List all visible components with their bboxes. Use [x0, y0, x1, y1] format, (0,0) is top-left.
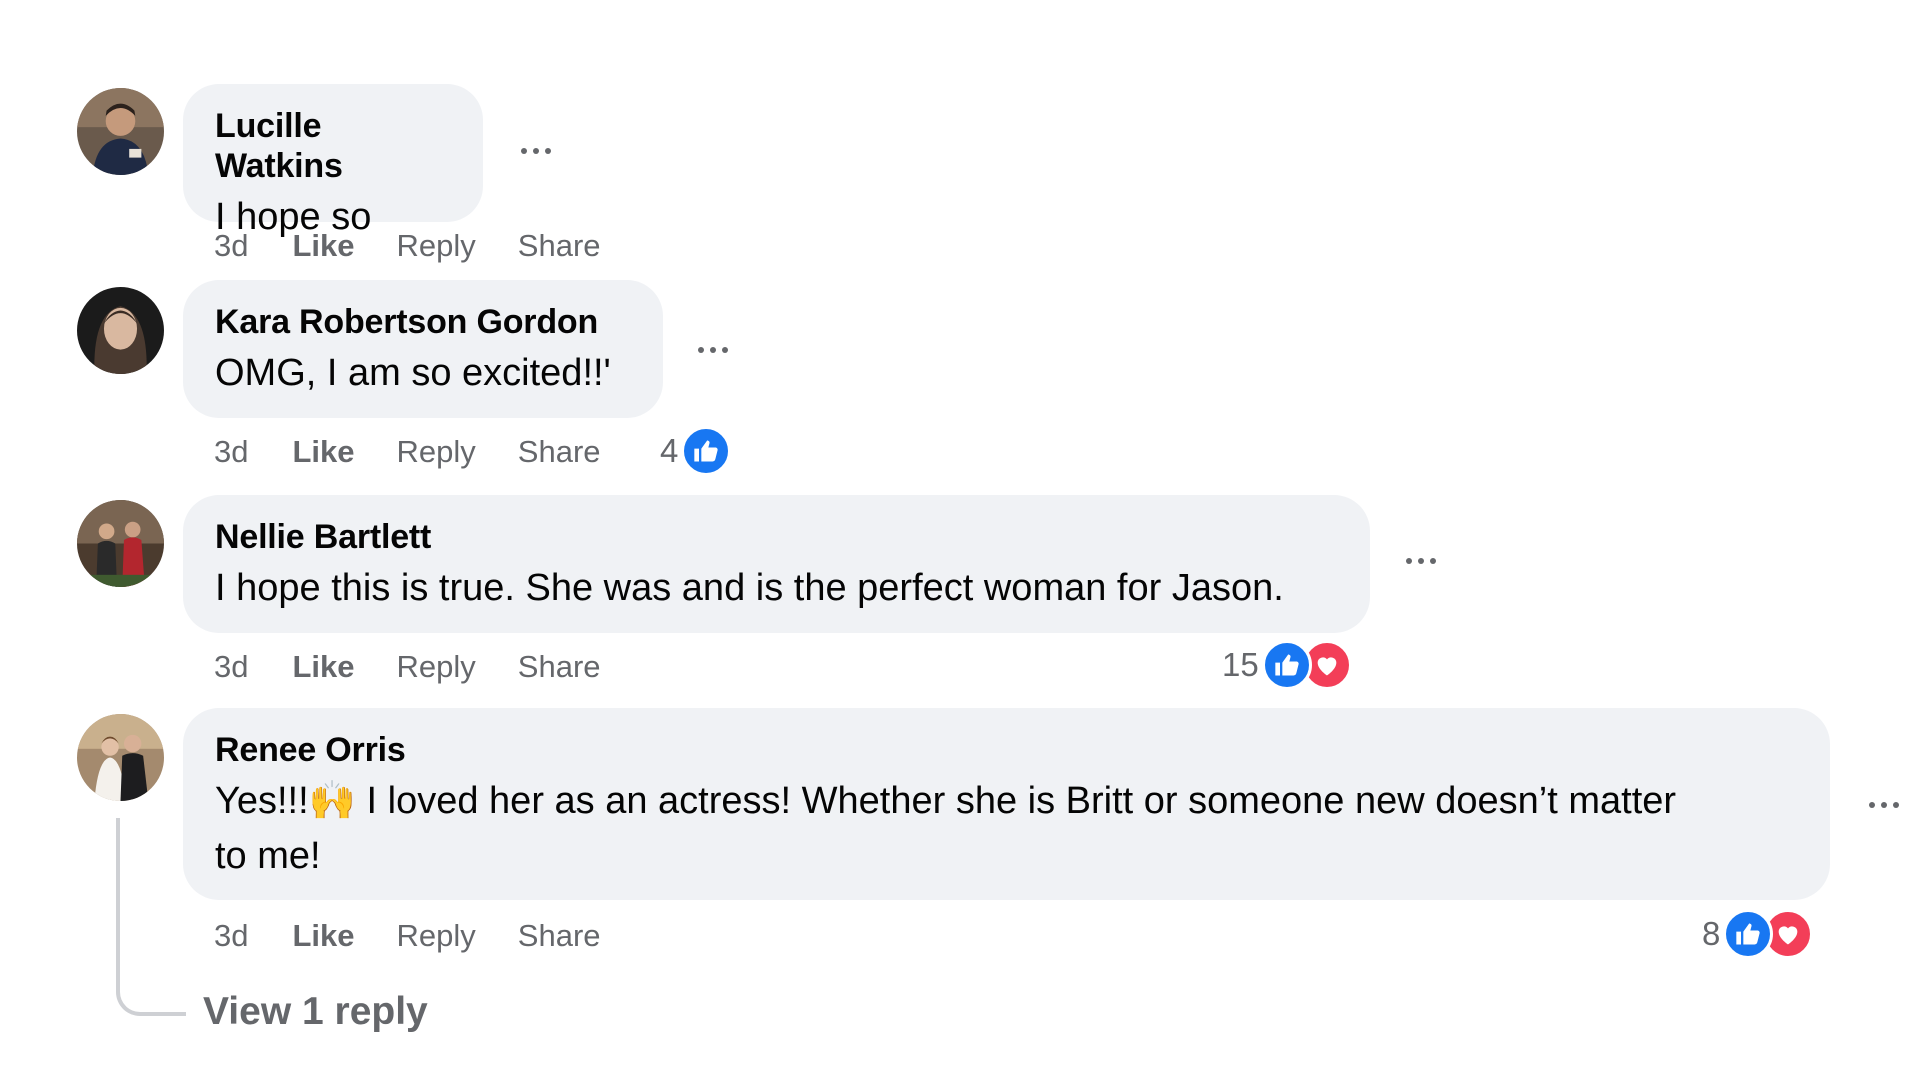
reactions-summary[interactable]: 15	[1222, 640, 1352, 690]
avatar[interactable]	[77, 500, 164, 587]
reply-thread-line	[116, 818, 186, 1016]
comment-bubble: Lucille Watkins I hope so	[183, 84, 483, 238]
more-options-icon	[1406, 558, 1412, 564]
comment-author[interactable]: Nellie Bartlett	[215, 517, 1338, 557]
comment-text-line: to me!	[215, 835, 321, 877]
more-options-icon	[1869, 802, 1875, 808]
reply-button[interactable]: Reply	[397, 228, 476, 264]
share-button[interactable]: Share	[518, 434, 601, 470]
like-button[interactable]: Like	[292, 918, 354, 954]
more-options-icon	[698, 347, 704, 353]
comment-text: Yes!!!🙌 I loved her as an actress! Wheth…	[215, 774, 1798, 884]
avatar-image	[77, 714, 164, 801]
comment-text-line: Yes!!!🙌 I loved her as an actress! Wheth…	[215, 780, 1677, 822]
more-options-button[interactable]	[508, 131, 564, 171]
reaction-count: 8	[1702, 915, 1721, 952]
comment-timestamp[interactable]: 3d	[214, 228, 248, 264]
comment-text: I hope this is true. She was and is the …	[215, 567, 1284, 609]
thumbs-up-icon	[681, 426, 732, 476]
share-button[interactable]: Share	[518, 649, 601, 685]
reaction-count: 4	[660, 432, 679, 469]
reactions-summary[interactable]: 4	[660, 426, 732, 476]
avatar-image	[77, 88, 164, 175]
like-button[interactable]: Like	[292, 649, 354, 685]
share-button[interactable]: Share	[518, 228, 601, 264]
comment-bubble: Kara Robertson Gordon OMG, I am so excit…	[183, 280, 663, 418]
reply-button[interactable]: Reply	[397, 649, 476, 685]
like-button[interactable]: Like	[292, 228, 354, 264]
avatar-image	[77, 287, 164, 374]
comment-author[interactable]: Lucille Watkins	[215, 106, 451, 186]
comment-author[interactable]: Kara Robertson Gordon	[215, 302, 631, 342]
thumbs-up-icon	[1723, 909, 1774, 959]
reply-button[interactable]: Reply	[397, 918, 476, 954]
view-replies-link[interactable]: View 1 reply	[203, 990, 428, 1034]
comment-actions: 3d Like Reply Share	[214, 914, 643, 958]
avatar[interactable]	[77, 88, 164, 175]
reactions-summary[interactable]: 8	[1702, 909, 1814, 959]
comment-timestamp[interactable]: 3d	[214, 918, 248, 954]
avatar[interactable]	[77, 287, 164, 374]
comment-text: OMG, I am so excited!!'	[215, 352, 611, 394]
more-options-button[interactable]	[1393, 541, 1449, 581]
comment-actions: 3d Like Reply Share	[214, 645, 643, 689]
avatar[interactable]	[77, 714, 164, 801]
share-button[interactable]: Share	[518, 918, 601, 954]
like-button[interactable]: Like	[292, 434, 354, 470]
avatar-image	[77, 500, 164, 587]
more-options-button[interactable]	[1856, 785, 1912, 825]
comment-timestamp[interactable]: 3d	[214, 649, 248, 685]
comment-actions: 3d Like Reply Share	[214, 430, 643, 474]
reaction-count: 15	[1222, 646, 1259, 683]
reply-button[interactable]: Reply	[397, 434, 476, 470]
comment-bubble: Nellie Bartlett I hope this is true. She…	[183, 495, 1370, 633]
comment-bubble: Renee Orris Yes!!!🙌 I loved her as an ac…	[183, 708, 1830, 900]
comment-actions: 3d Like Reply Share	[214, 224, 643, 268]
more-options-icon	[521, 148, 527, 154]
thumbs-up-icon	[1261, 640, 1312, 690]
more-options-button[interactable]	[685, 330, 741, 370]
comment-timestamp[interactable]: 3d	[214, 434, 248, 470]
comment-author[interactable]: Renee Orris	[215, 730, 1798, 770]
